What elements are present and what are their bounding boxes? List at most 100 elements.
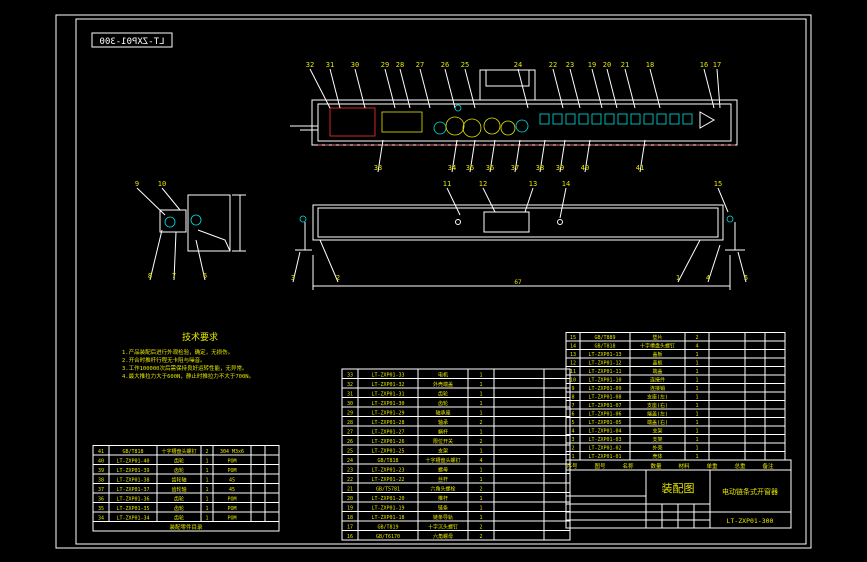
callout-30: 30 xyxy=(351,61,359,69)
bom-header-cell: 数量 xyxy=(650,462,662,470)
bom-cell-no: 34 xyxy=(98,516,104,522)
bom-cell-qty: 2 xyxy=(695,335,698,341)
callout-24-leader xyxy=(517,68,529,109)
bom-cell-qty: 1 xyxy=(205,487,208,493)
bom-footer: 装配零件目录 xyxy=(169,523,203,531)
bom-cell-qty: 2 xyxy=(479,525,482,531)
callout-28: 28 xyxy=(396,61,404,69)
bom-cell-no: 39 xyxy=(98,468,104,474)
tech-req-line-3: 3.工作100000次后需保持良好运转性能，无异常。 xyxy=(122,364,248,372)
callout-27: 27 xyxy=(416,61,424,69)
bom-cell-no: 12 xyxy=(570,361,576,367)
callout-8: 8 xyxy=(148,272,152,280)
bom-cell-qty: 1 xyxy=(695,369,698,375)
bom-cell-code: LT-ZXP01-40 xyxy=(116,459,149,465)
bom-cell-no: 25 xyxy=(347,449,353,455)
bom-cell-name: 齿轮轴 xyxy=(171,486,186,493)
bom-cell-no: 31 xyxy=(347,392,353,398)
bom-cell-no: 41 xyxy=(98,449,104,455)
bom-cell-code: LT-ZXP01-19 xyxy=(371,506,404,512)
bom-cell-code: LT-ZXP01-01 xyxy=(588,454,621,460)
bom-cell-qty: 1 xyxy=(695,429,698,435)
bom-cell-name: 支架 xyxy=(652,436,662,443)
callout-22: 22 xyxy=(549,61,557,69)
bom-cell-qty: 1 xyxy=(479,382,482,388)
bom-cell-no: 18 xyxy=(347,515,353,521)
callout-16: 16 xyxy=(700,61,708,69)
bom-cell-name: 齿轮 xyxy=(174,467,184,474)
callout-9: 9 xyxy=(135,180,139,188)
bom-header-cell: 单重 xyxy=(706,462,718,470)
bom-cell-code: LT-ZXP01-20 xyxy=(371,496,404,502)
cad-viewport[interactable]: LT-ZXP01-300 32 31 30 29 28 27 26 25 24 22 23 19 20 2… xyxy=(0,0,867,562)
bom-cell-qty: 1 xyxy=(479,430,482,436)
callout-18-leader xyxy=(649,68,661,109)
bom-cell-code: LT-ZXP01-13 xyxy=(588,352,621,358)
callout-29: 29 xyxy=(381,61,389,69)
bom-cell-name: 轴承 xyxy=(438,419,448,426)
callout-11: 11 xyxy=(443,180,451,188)
bom-cell-code: LT-ZXP01-04 xyxy=(588,429,621,435)
bom-cell-name: 蜗杆 xyxy=(438,429,448,436)
callout-29-leader xyxy=(384,68,396,109)
bom-cell-code: GB/T6170 xyxy=(376,534,400,540)
bom-cell-name: 齿轮轴 xyxy=(171,477,186,484)
bom-cell-code: GB/T818 xyxy=(122,449,143,455)
bom-cell-name: 外壳端盖 xyxy=(433,381,453,388)
bom-cell-code: LT-ZXP01-27 xyxy=(371,430,404,436)
callout-27-leader xyxy=(419,68,431,109)
callout-30-leader xyxy=(354,68,366,109)
bom-cell-no: 5 xyxy=(571,420,574,426)
bom-cell-code: GB/T889 xyxy=(594,335,615,341)
bom-cell-code: GB/T818 xyxy=(594,344,615,350)
bom-cell-no: 17 xyxy=(347,525,353,531)
bom-cell-name: 十字槽盘头螺钉 xyxy=(640,343,675,350)
bom-cell-no: 22 xyxy=(347,477,353,483)
bom-cell-qty: 1 xyxy=(695,403,698,409)
callout-17-leader xyxy=(716,68,721,109)
bom-cell-code: LT-ZXP01-05 xyxy=(588,420,621,426)
bom-cell-no: 27 xyxy=(347,430,353,436)
callout-31-leader xyxy=(329,68,341,109)
callout-16-leader xyxy=(703,68,715,109)
bom-cell-name: 丝杆 xyxy=(438,476,448,483)
bom-cell-code: LT-ZXP01-33 xyxy=(371,373,404,379)
callout-1: 1 xyxy=(676,274,680,282)
callout-25-leader xyxy=(464,68,476,109)
callout-25: 25 xyxy=(461,61,469,69)
drawing-type: 装配图 xyxy=(662,482,695,495)
bom-cell-qty: 1 xyxy=(479,506,482,512)
bom-cell-qty: 4 xyxy=(695,344,698,350)
bom-cell-no: 1 xyxy=(571,454,574,460)
bom-cell-code: LT-ZXP01-22 xyxy=(371,477,404,483)
bom-header-cell: 总重 xyxy=(734,462,746,470)
bom-cell-mat: POM xyxy=(227,468,236,474)
callout-13: 13 xyxy=(529,180,537,188)
bom-cell-name: 十字沉头螺钉 xyxy=(428,524,458,531)
bom-cell-no: 33 xyxy=(347,373,353,379)
bom-cell-no: 9 xyxy=(571,386,574,392)
top-section-view xyxy=(290,69,738,146)
bom-cell-qty: 1 xyxy=(695,412,698,418)
bom-cell-code: LT-ZXP01-36 xyxy=(116,497,149,503)
callout-34: 34 xyxy=(448,164,456,172)
bom-cell-qty: 1 xyxy=(205,497,208,503)
bom-cell-code: LT-ZXP01-31 xyxy=(371,392,404,398)
bom-cell-mat: 45 xyxy=(229,487,235,493)
bom-cell-code: GB/T5781 xyxy=(376,487,400,493)
callout-17: 17 xyxy=(713,61,721,69)
bom-cell-no: 13 xyxy=(570,352,576,358)
bom-cell-name: 支座(右) xyxy=(647,402,668,409)
bom-table-right: 15 GB/T889 垫片 214 GB/T818 十字槽盘头螺钉 413 LT-ZXP01-… xyxy=(565,332,792,471)
bom-cell-no: 3 xyxy=(571,437,574,443)
bom-cell-qty: 1 xyxy=(695,395,698,401)
bom-cell-no: 15 xyxy=(570,335,576,341)
bom-cell-name: 齿轮 xyxy=(174,515,184,522)
bom-cell-qty: 1 xyxy=(695,361,698,367)
bom-cell-name: 支架 xyxy=(652,428,662,435)
bom-cell-qty: 4 xyxy=(479,458,482,464)
bom-cell-code: LT-ZXP01-09 xyxy=(588,386,621,392)
bom-cell-no: 40 xyxy=(98,459,104,465)
bom-cell-code: LT-ZXP01-03 xyxy=(588,437,621,443)
callout-37: 37 xyxy=(511,164,519,172)
